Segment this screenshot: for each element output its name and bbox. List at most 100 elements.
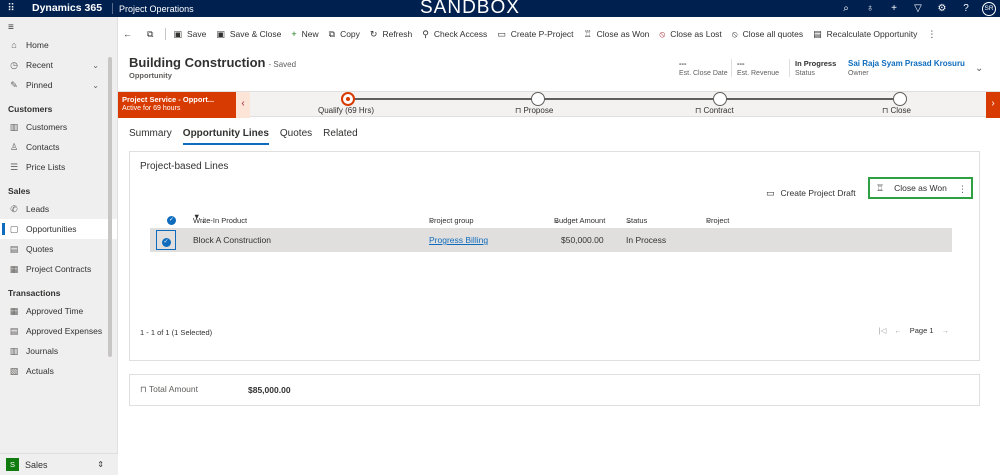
close-as-won-button[interactable]: ♖ Close as Won [579,24,655,44]
list-icon: ☰ [9,161,19,172]
brand-name[interactable]: Dynamics 365 [22,3,114,14]
chevron-down-icon: ⌄ [706,216,713,225]
area-label: Sales [25,459,48,470]
sidebar-section-title: Sales [8,186,31,196]
table-row[interactable]: ✓ Block A Construction Progress Billing … [150,228,952,252]
cell-budget: $50,000.00 [561,235,604,245]
building-icon: ▥ [9,121,19,132]
sidebar-item-recent[interactable]: ◷ Recent ⌄ [0,55,117,75]
receipt-icon: ▤ [9,325,19,336]
quote-icon: ▤ [9,243,19,254]
save-close-button[interactable]: ▣ Save & Close [211,24,286,44]
stage-qualify-label[interactable]: Qualify (69 Hrs) [318,106,374,115]
project-icon: ▭ [497,28,506,39]
more-commands-button[interactable]: ⋮ [922,24,946,44]
first-page-icon[interactable]: |◁ [879,326,887,335]
calendar-icon: ▦ [9,305,19,316]
sidebar-item-leads[interactable]: ✆ Leads [0,199,117,219]
area-badge: S [6,458,19,471]
refresh-icon: ↻ [369,28,378,39]
sidebar-item-project-contracts[interactable]: ▦ Project Contracts [0,259,117,279]
sidebar-item-home[interactable]: ⌂ Home [0,35,117,55]
stage-contract-label[interactable]: ⊓ Contract [695,106,734,115]
more-icon[interactable]: ⋮ [958,184,967,195]
trophy-icon: ♖ [876,182,885,193]
create-project-button[interactable]: ▭ Create P-Project [492,24,578,44]
block-icon: ⦸ [659,28,666,39]
chevron-down-icon[interactable]: ⌄ [975,63,983,74]
stage-propose-dot[interactable] [531,92,545,106]
popout-button[interactable]: ⧉ [142,24,163,44]
more-icon: ⋮ [927,28,937,39]
cell-product: Block A Construction [193,235,271,245]
help-icon[interactable]: ? [954,3,978,14]
check-access-button[interactable]: ⚲ Check Access [417,24,492,44]
sidebar-item-price-lists[interactable]: ☰ Price Lists [0,157,117,177]
process-flag[interactable]: Project Service - Opport... Active for 6… [118,92,236,118]
sidebar-item-journals[interactable]: ▥ Journals [0,341,117,361]
create-project-draft-button[interactable]: ▭ Create Project Draft [766,184,856,202]
sidebar-scrollbar[interactable] [108,57,112,357]
totals-section: ⊓ Total Amount $85,000.00 [129,374,980,406]
sidebar-item-approved-time[interactable]: ▦ Approved Time [0,301,117,321]
tab-related[interactable]: Related [323,128,357,145]
filter-icon[interactable]: ▽ [906,3,930,14]
plus-icon[interactable]: + [882,3,906,14]
sidebar-item-quotes[interactable]: ▤ Quotes [0,239,117,259]
sidebar-item-customers[interactable]: ▥ Customers [0,117,117,137]
gear-icon[interactable]: ⚙ [930,3,954,14]
cell-project-group-link[interactable]: Progress Billing [429,235,488,245]
chevron-left-icon[interactable]: ‹ [236,92,250,118]
copy-button[interactable]: ⧉ Copy [324,24,365,44]
key-icon: ⚲ [422,28,429,39]
pager: |◁ ← Page 1 → [871,326,950,335]
total-amount-label: ⊓ Total Amount [140,384,198,394]
save-button[interactable]: ▣ Save [168,24,211,44]
up-down-icon: ⇕ [97,460,104,469]
new-button[interactable]: + New [286,24,323,44]
lightbulb-icon[interactable]: ♁ [858,3,882,14]
area-switcher[interactable]: S Sales ⇕ [0,453,118,475]
save-icon: ▣ [173,28,182,39]
calculator-icon: ▤ [813,28,822,39]
row-checkbox[interactable]: ✓ [156,230,176,250]
stage-propose-label[interactable]: ⊓ Propose [515,106,553,115]
owner-link[interactable]: Sai Raja Syam Prasad Krosuru [848,59,965,68]
chevron-down-icon[interactable]: ⌄ [92,81,99,90]
chevron-down-icon: ⌄ [626,216,633,225]
refresh-button[interactable]: ↻ Refresh [365,24,417,44]
column-header-product[interactable]: Write-In Product ▼ ⌄ [193,212,247,225]
avatar[interactable]: SR [982,1,996,16]
sidebar-item-pinned[interactable]: ✎ Pinned ⌄ [0,75,117,95]
stage-contract-dot[interactable] [713,92,727,106]
stage-line [348,98,898,100]
sidebar-item-opportunities[interactable]: ▢ Opportunities [0,219,117,239]
sidebar-item-contacts[interactable]: ♙ Contacts [0,137,117,157]
tab-summary[interactable]: Summary [129,128,172,145]
stage-close-label[interactable]: ⊓ Close [882,106,911,115]
tab-quotes[interactable]: Quotes [280,128,312,145]
record-count: 1 - 1 of 1 (1 Selected) [140,328,213,337]
save-status: - Saved [268,60,297,69]
close-all-quotes-button[interactable]: ⦸ Close all quotes [727,24,808,44]
arrow-right-icon[interactable]: → [942,326,950,335]
stage-close-dot[interactable] [893,92,907,106]
stage-qualify-dot[interactable] [341,92,355,106]
arrow-left-icon[interactable]: ← [894,326,902,335]
tab-opportunity-lines[interactable]: Opportunity Lines [182,128,269,145]
hamburger-icon[interactable]: ≡ [0,17,117,35]
app-launcher-icon[interactable]: ⠿ [0,0,22,17]
recalculate-button[interactable]: ▤ Recalculate Opportunity [808,24,922,44]
top-icons: ⌕ ♁ + ▽ ⚙ ? SR [834,0,1000,17]
sidebar-item-approved-expenses[interactable]: ▤ Approved Expenses [0,321,117,341]
close-as-lost-button[interactable]: ⦸ Close as Lost [654,24,726,44]
back-button[interactable]: ← [118,24,142,44]
est-revenue-field: --- Est. Revenue [731,59,779,77]
search-icon[interactable]: ⌕ [834,3,858,14]
entity-name: Opportunity [129,71,172,80]
app-name[interactable]: Project Operations [113,4,194,14]
project-icon: ▭ [766,187,775,198]
sidebar-item-actuals[interactable]: ▧ Actuals [0,361,117,381]
chevron-down-icon[interactable]: ⌄ [92,61,99,70]
chevron-right-icon[interactable]: › [986,92,1000,118]
